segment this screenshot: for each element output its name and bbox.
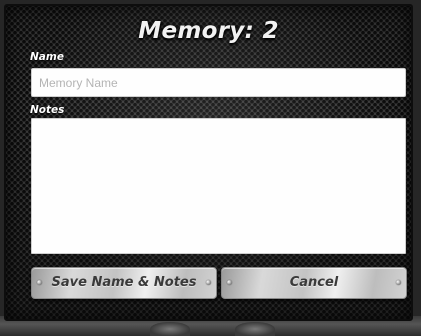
- name-label: Name: [30, 51, 64, 63]
- notes-textarea[interactable]: [31, 118, 406, 254]
- app-screen: Memory: 2 Name Notes Save Name & Notes C…: [0, 0, 421, 336]
- background-decoration: [235, 322, 275, 336]
- memory-name-input[interactable]: [31, 68, 406, 97]
- cancel-button[interactable]: Cancel: [221, 267, 407, 299]
- rivet-icon: [396, 280, 401, 285]
- rivet-icon: [206, 280, 211, 285]
- rivet-icon: [227, 280, 232, 285]
- save-name-notes-button[interactable]: Save Name & Notes: [31, 267, 217, 299]
- background-decoration: [150, 322, 190, 336]
- dialog-title: Memory: 2: [138, 18, 279, 44]
- cancel-button-label: Cancel: [289, 275, 339, 290]
- notes-label: Notes: [30, 104, 65, 116]
- save-button-label: Save Name & Notes: [51, 275, 197, 290]
- memory-dialog: Memory: 2 Name Notes Save Name & Notes C…: [4, 4, 413, 321]
- rivet-icon: [37, 280, 42, 285]
